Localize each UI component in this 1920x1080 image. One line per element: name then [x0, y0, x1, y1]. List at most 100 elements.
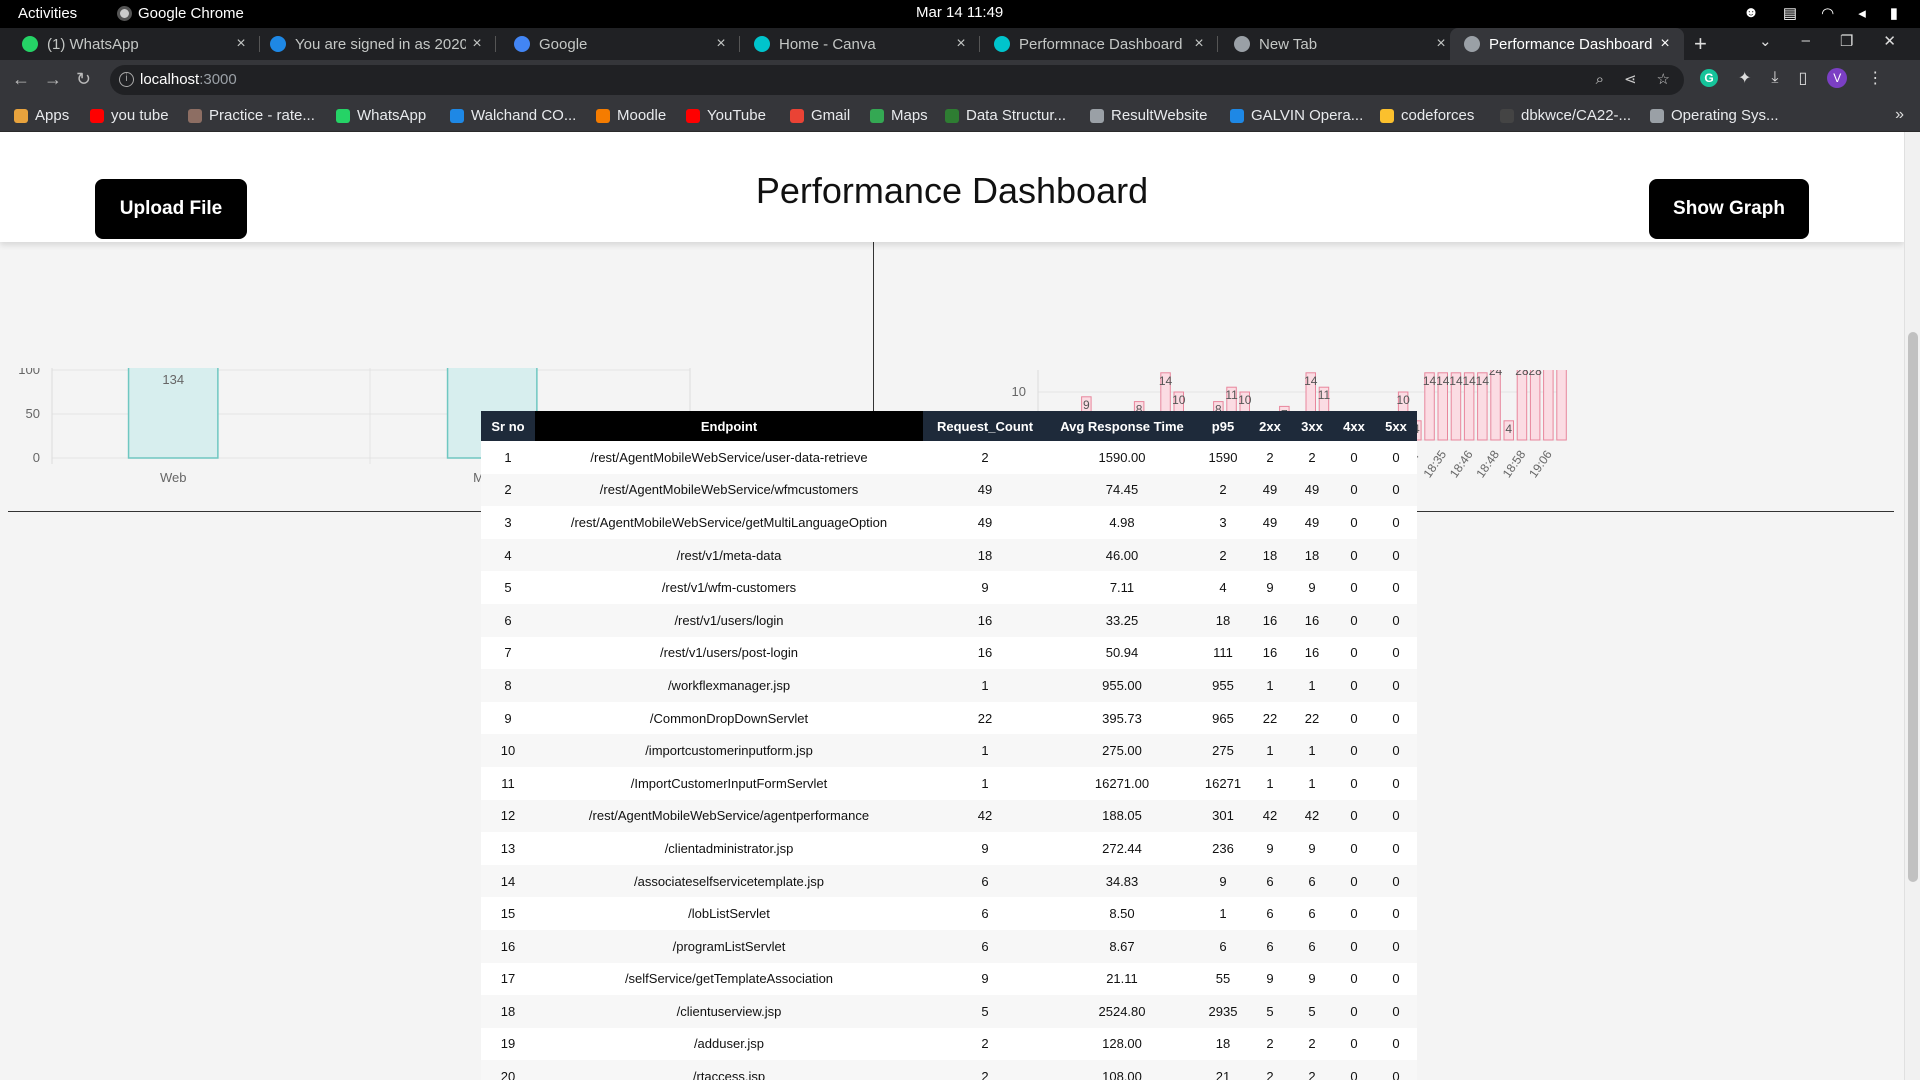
bookmark-favicon-icon	[596, 108, 610, 123]
table-cell: 0	[1375, 929, 1417, 963]
column-header[interactable]: Sr no	[481, 411, 535, 441]
side-panel-icon[interactable]: ▯	[1798, 68, 1807, 88]
tab-3[interactable]: Google ×	[500, 28, 740, 60]
column-header[interactable]: Avg Response Time	[1047, 411, 1197, 441]
column-header[interactable]: Request_Count	[923, 411, 1047, 441]
table-cell: 49	[1249, 506, 1291, 539]
bookmark-star-icon[interactable]: ☆	[1657, 65, 1670, 95]
table-cell: 2	[1291, 1060, 1333, 1080]
bookmark-item[interactable]: Maps	[870, 107, 928, 124]
table-cell: 49	[1291, 506, 1333, 539]
extensions-icon[interactable]: ✦	[1738, 68, 1751, 88]
scrollbar-thumb[interactable]	[1908, 332, 1918, 882]
table-cell: 1	[1249, 669, 1291, 702]
bookmark-item[interactable]: dbkwce/CA22-...	[1500, 107, 1631, 124]
tab-close-icon[interactable]: ×	[1188, 35, 1210, 53]
tab-close-icon[interactable]: ×	[1654, 35, 1676, 53]
column-header[interactable]: 4xx	[1333, 411, 1375, 441]
table-cell: 0	[1333, 669, 1375, 702]
bookmark-item[interactable]: Moodle	[596, 107, 666, 124]
table-cell: 275	[1197, 734, 1249, 767]
table-cell: 6	[1291, 929, 1333, 963]
site-info-icon[interactable]: i	[119, 72, 134, 87]
tab-6[interactable]: New Tab ×	[1220, 28, 1460, 60]
bookmark-favicon-icon	[336, 108, 350, 123]
tab-5[interactable]: Performnace Dashboard ×	[980, 28, 1218, 60]
bookmark-item[interactable]: codeforces	[1380, 107, 1474, 124]
table-cell: 0	[1375, 864, 1417, 898]
table-row: 14/associateselfservicetemplate.jsp 6 34.8…	[481, 864, 1417, 898]
maximize-icon[interactable]: ❐	[1840, 32, 1853, 50]
tab-close-icon[interactable]: ×	[710, 35, 732, 53]
table-cell: 7	[481, 636, 535, 670]
zoom-icon[interactable]: ⌕	[1596, 65, 1604, 95]
tab-close-icon[interactable]: ×	[230, 35, 252, 53]
app-menu[interactable]: Google Chrome	[117, 5, 244, 22]
forward-icon[interactable]: →	[44, 69, 62, 90]
tab-close-icon[interactable]: ×	[1430, 35, 1452, 53]
bookmark-item[interactable]: Gmail	[790, 107, 850, 124]
clock[interactable]: Mar 14 11:49	[916, 4, 1036, 21]
table-cell: 0	[1333, 701, 1375, 735]
share-icon[interactable]: ⋖	[1624, 65, 1637, 95]
table-cell: 8.67	[1047, 929, 1197, 963]
upload-file-button[interactable]: Upload File	[95, 179, 247, 239]
column-header[interactable]: 5xx	[1375, 411, 1417, 441]
table-cell: 33.25	[1047, 603, 1197, 637]
clipboard-icon[interactable]: ▤	[1783, 4, 1797, 22]
column-header[interactable]: 3xx	[1291, 411, 1333, 441]
table-cell: 74.45	[1047, 473, 1197, 507]
table-cell: 8	[481, 669, 535, 702]
minimize-icon[interactable]: –	[1802, 32, 1810, 50]
table-row: 2/rest/AgentMobileWebService/wfmcustomer…	[481, 473, 1417, 507]
activities-button[interactable]: Activities	[18, 5, 77, 22]
address-bar[interactable]: i localhost:3000 ⌕ ⋖ ☆	[110, 65, 1684, 95]
grammarly-icon[interactable]: G	[1700, 69, 1718, 87]
profile-avatar[interactable]: V	[1827, 68, 1848, 88]
bookmark-favicon-icon	[1500, 108, 1514, 123]
bookmark-item[interactable]: Operating Sys...	[1650, 107, 1779, 124]
tab-search-icon[interactable]: ⌄	[1759, 32, 1772, 50]
tab-1[interactable]: (1) WhatsApp ×	[8, 28, 260, 60]
table-cell: /rest/AgentMobileWebService/user-data-re…	[535, 441, 923, 474]
tab-2[interactable]: You are signed in as 2020 ×	[256, 28, 496, 60]
back-icon[interactable]: ←	[12, 69, 30, 90]
table-cell: /rest/AgentMobileWebService/wfmcustomers	[535, 473, 923, 507]
new-tab-button[interactable]: +	[1694, 31, 1707, 57]
bookmark-item[interactable]: GALVIN Opera...	[1230, 107, 1363, 124]
bookmark-item[interactable]: Practice - rate...	[188, 107, 315, 124]
table-cell: 4	[1197, 571, 1249, 604]
tab-close-icon[interactable]: ×	[466, 35, 488, 53]
bookmark-item[interactable]: Walchand CO...	[450, 107, 576, 124]
close-window-icon[interactable]: ✕	[1883, 32, 1896, 50]
bookmark-item[interactable]: WhatsApp	[336, 107, 426, 124]
table-cell: 2935	[1197, 995, 1249, 1028]
tab-7[interactable]: Performance Dashboard ×	[1450, 28, 1684, 60]
app-indicator-icon[interactable]: ☻	[1743, 4, 1759, 22]
table-cell: 5	[1249, 995, 1291, 1028]
table-row: 20/rtaccess.jsp 2 108.00 21 2 2 0 0	[481, 1060, 1417, 1080]
tab-close-icon[interactable]: ×	[950, 35, 972, 53]
table-cell: 1590.00	[1047, 441, 1197, 474]
tab-4[interactable]: Home - Canva ×	[740, 28, 980, 60]
download-icon[interactable]: ⤓	[1771, 69, 1778, 87]
table-cell: 3	[481, 506, 535, 539]
bookmark-item[interactable]: you tube	[90, 107, 169, 124]
menu-kebab-icon[interactable]: ⋮	[1867, 68, 1883, 88]
bookmark-item[interactable]: Data Structur...	[945, 107, 1066, 124]
more-bookmarks-icon[interactable]: »	[1895, 106, 1904, 124]
bookmark-item[interactable]: Apps	[14, 107, 69, 124]
show-graph-button[interactable]: Show Graph	[1649, 179, 1809, 239]
column-header[interactable]: p95	[1197, 411, 1249, 441]
column-header[interactable]: Endpoint	[535, 411, 923, 441]
reload-icon[interactable]: ↻	[76, 69, 91, 90]
page-scrollbar[interactable]	[1904, 132, 1920, 1080]
table-cell: 0	[1375, 995, 1417, 1028]
bookmark-item[interactable]: ResultWebsite	[1090, 107, 1207, 124]
bookmark-item[interactable]: YouTube	[686, 107, 766, 124]
bookmark-label: GALVIN Opera...	[1251, 107, 1364, 124]
system-tray[interactable]: ☻ ▤ ◠ ◂ ▮	[1743, 4, 1898, 22]
column-header[interactable]: 2xx	[1249, 411, 1291, 441]
table-cell: 0	[1333, 538, 1375, 572]
y-tick-label: 0	[33, 450, 40, 465]
